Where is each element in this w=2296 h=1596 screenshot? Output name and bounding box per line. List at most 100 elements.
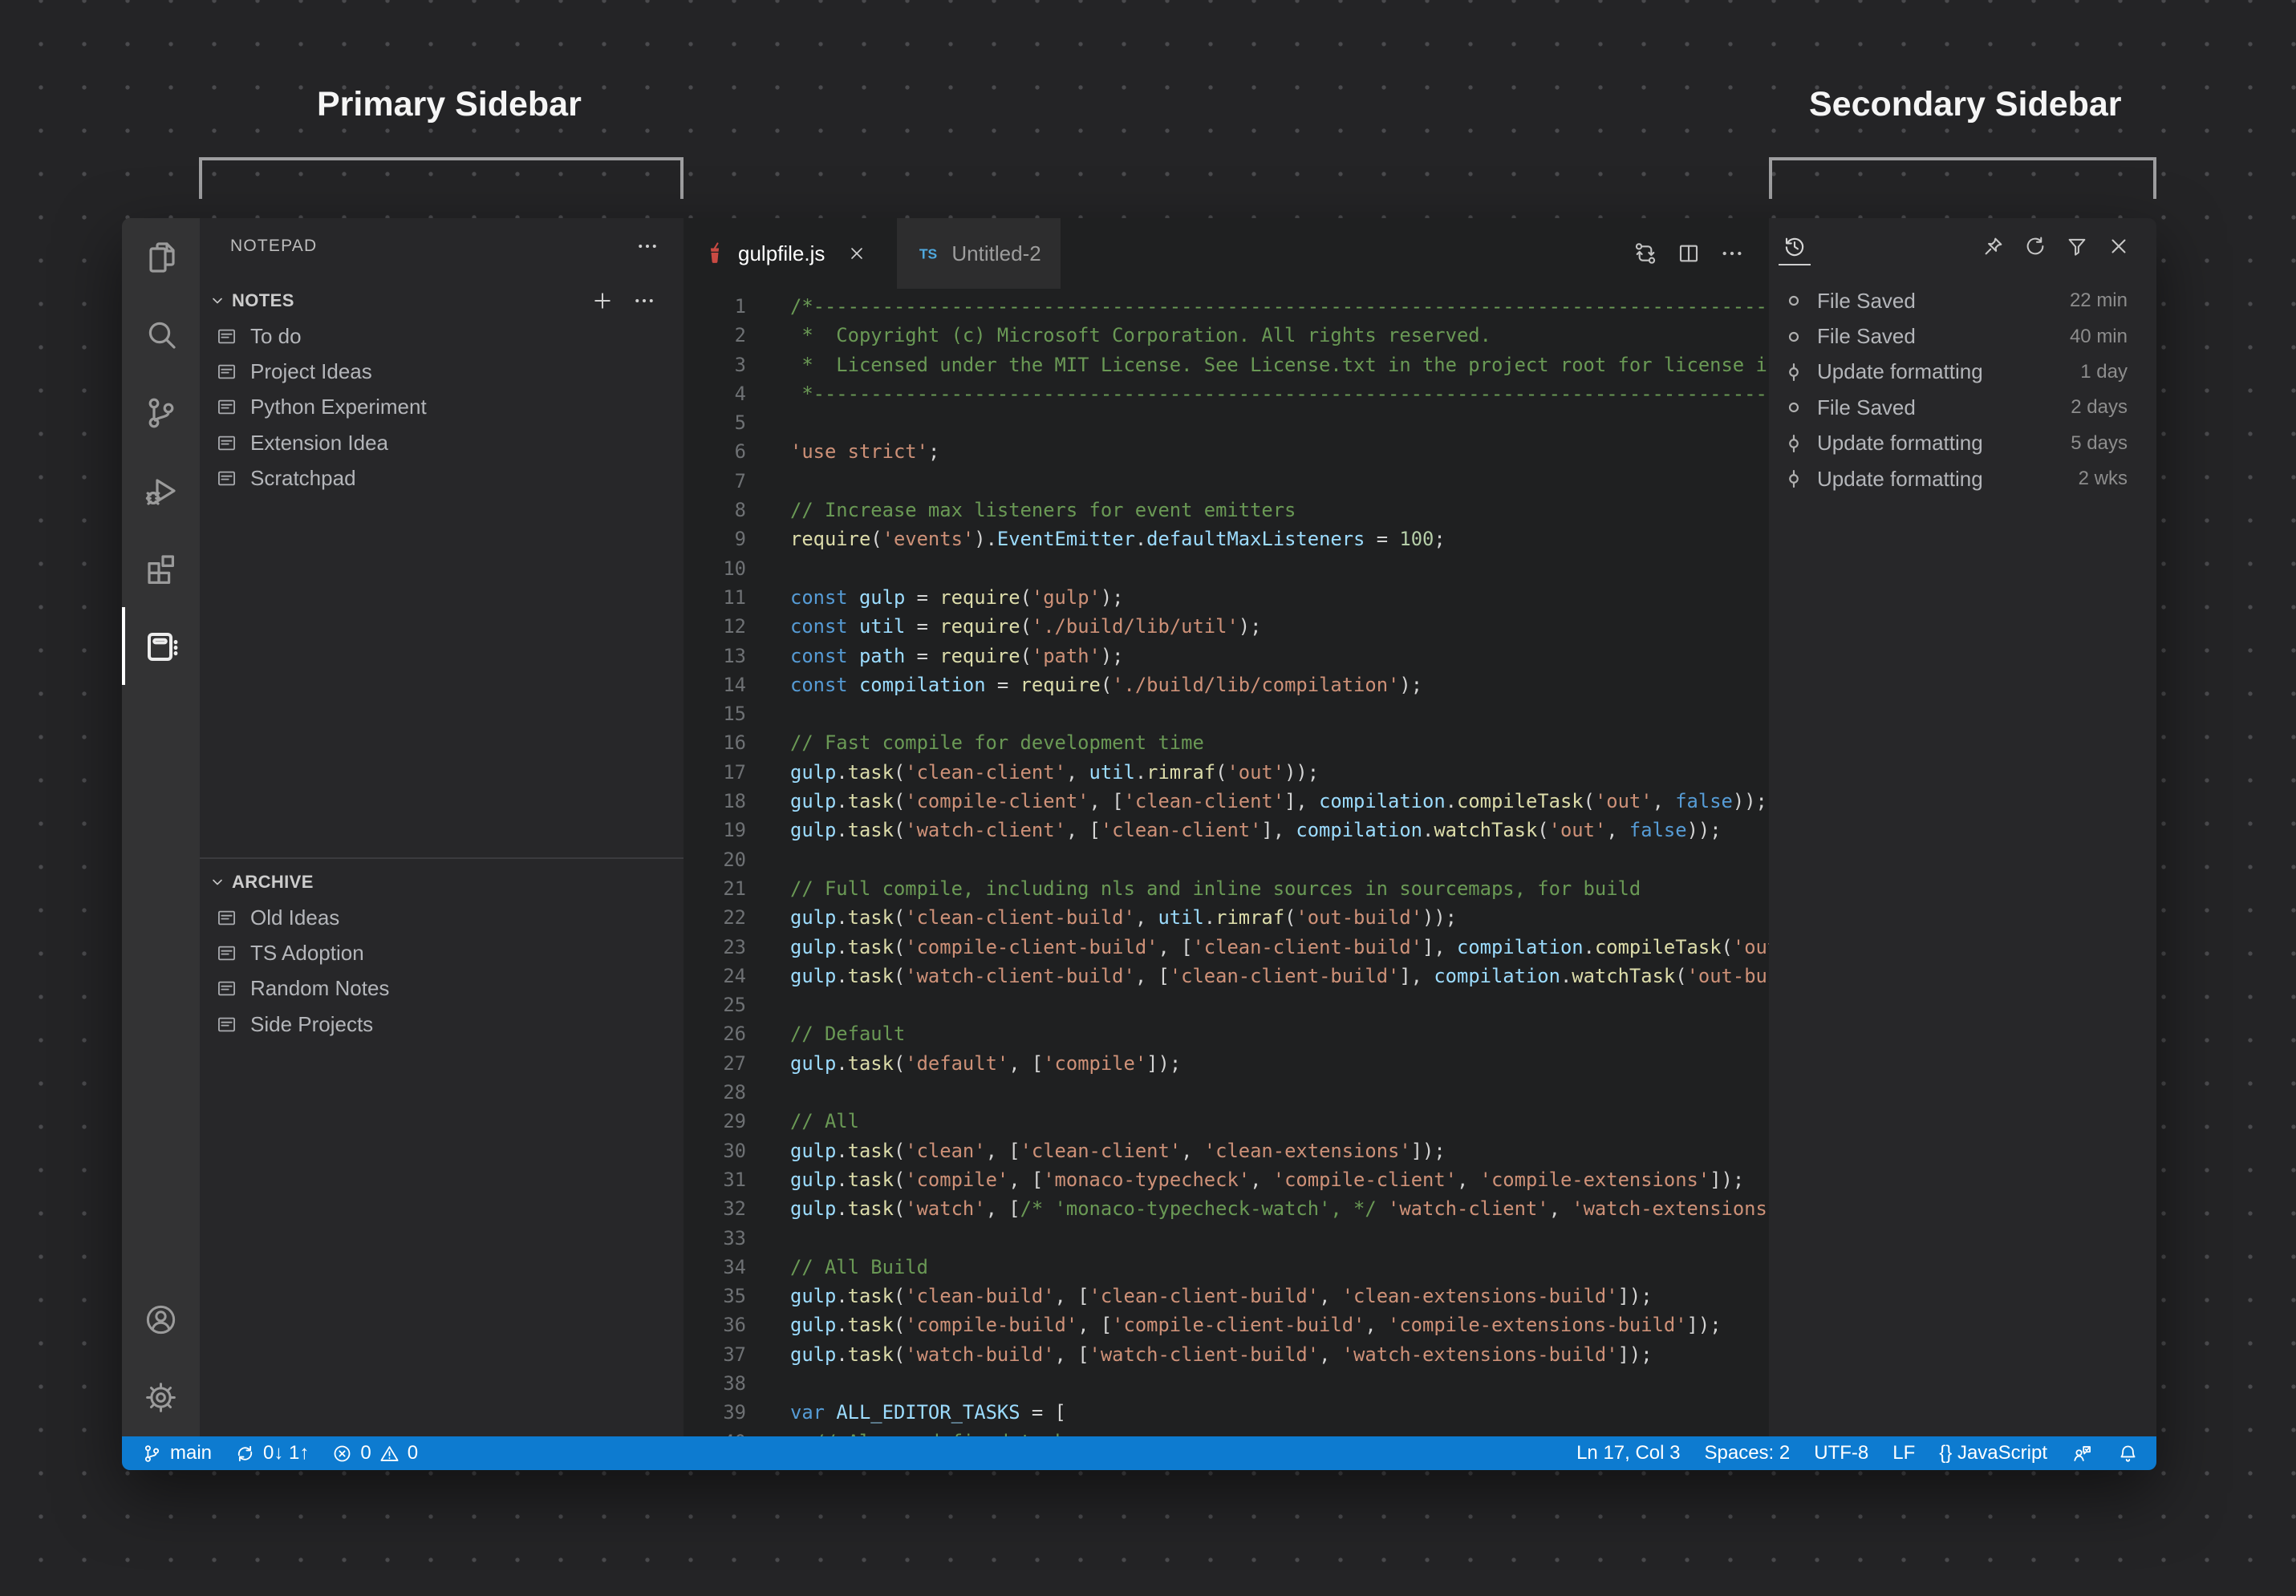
timeline-item[interactable]: File Saved 40 min <box>1769 318 2156 354</box>
activity-item-run-debug[interactable] <box>122 452 200 529</box>
note-item[interactable]: TS Adoption <box>200 935 684 970</box>
code-line: 40 // Always defined tasks <box>684 1428 1769 1436</box>
notes-section-label: NOTES <box>232 290 294 310</box>
note-icon <box>216 326 237 347</box>
status-problems[interactable]: 00 <box>331 1442 418 1464</box>
status-cursor-position[interactable]: Ln 17, Col 3 <box>1576 1442 1680 1464</box>
note-item[interactable]: Extension Idea <box>200 425 684 460</box>
code-line: 15 <box>684 699 1769 728</box>
secondary-sidebar-callout-label: Secondary Sidebar <box>1809 85 2122 124</box>
feedback-icon <box>2071 1443 2093 1464</box>
note-item-label: Extension Idea <box>250 430 389 455</box>
circle-icon <box>1783 290 1804 311</box>
activity-item-extensions[interactable] <box>122 529 200 607</box>
code-line: 18 gulp.task('compile-client', ['clean-cl… <box>684 787 1769 816</box>
sync-icon <box>234 1443 256 1464</box>
ellipsis-icon[interactable] <box>632 289 656 313</box>
note-item[interactable]: Python Experiment <box>200 390 684 425</box>
line-number: 1 <box>734 295 746 318</box>
circle-icon <box>1783 326 1804 347</box>
status-notifications[interactable] <box>2117 1443 2139 1464</box>
status-language-mode[interactable]: {} JavaScript <box>1939 1442 2047 1464</box>
archive-section-header[interactable]: ARCHIVE <box>200 865 684 900</box>
code-line: 7 <box>684 467 1769 496</box>
note-icon <box>216 396 237 418</box>
code-editor[interactable]: 1 /*-------------------------------------… <box>684 289 1769 1436</box>
line-number: 31 <box>723 1168 746 1191</box>
branch-icon <box>141 1443 163 1464</box>
history-icon <box>1782 233 1807 259</box>
note-item[interactable]: Side Projects <box>200 1007 684 1042</box>
note-item[interactable]: Scratchpad <box>200 461 684 496</box>
refresh-icon[interactable] <box>2023 234 2047 258</box>
note-item[interactable]: Random Notes <box>200 971 684 1007</box>
line-number: 30 <box>723 1139 746 1162</box>
note-item-label: Scratchpad <box>250 466 356 491</box>
timeline-item[interactable]: Update formatting 5 days <box>1769 426 2156 461</box>
code-line: 8 // Increase max listeners for event emi… <box>684 496 1769 525</box>
timeline-view-tab[interactable] <box>1777 218 1812 274</box>
notes-section-header[interactable]: NOTES <box>200 283 684 318</box>
activity-item-search[interactable] <box>122 296 200 374</box>
timeline-item[interactable]: File Saved 2 days <box>1769 390 2156 425</box>
tab-close-icon[interactable] <box>847 244 866 263</box>
status-indentation[interactable]: Spaces: 2 <box>1705 1442 1791 1464</box>
activity-item-settings[interactable] <box>122 1359 200 1436</box>
status-feedback[interactable] <box>2071 1443 2093 1464</box>
line-number: 39 <box>723 1401 746 1424</box>
timeline-item[interactable]: File Saved 22 min <box>1769 283 2156 318</box>
code-line: 26 // Default <box>684 1019 1769 1048</box>
filter-icon[interactable] <box>2065 234 2089 258</box>
activity-item-source-control[interactable] <box>122 374 200 452</box>
pin-icon[interactable] <box>1982 234 2006 258</box>
activity-item-explorer[interactable] <box>122 218 200 296</box>
line-number: 22 <box>723 906 746 930</box>
status-eol[interactable]: LF <box>1892 1442 1915 1464</box>
status-branch[interactable]: main <box>141 1442 212 1464</box>
timeline-item-time: 2 wks <box>2078 468 2128 490</box>
code-line: 6 'use strict'; <box>684 437 1769 466</box>
line-number: 36 <box>723 1314 746 1337</box>
close-icon[interactable] <box>2107 234 2131 258</box>
activity-item-account[interactable] <box>122 1281 200 1359</box>
ellipsis-icon[interactable] <box>635 234 659 258</box>
line-number: 23 <box>723 935 746 958</box>
activity-item-notepad[interactable] <box>122 607 200 685</box>
code-line-content: gulp.task('watch-build', ['watch-client-… <box>790 1343 1653 1366</box>
note-item[interactable]: Project Ideas <box>200 354 684 389</box>
status-encoding[interactable]: UTF-8 <box>1814 1442 1868 1464</box>
files-icon <box>142 238 181 277</box>
code-line: 37 gulp.task('watch-build', ['watch-clien… <box>684 1340 1769 1369</box>
timeline-item[interactable]: Update formatting 2 wks <box>1769 461 2156 496</box>
line-number: 28 <box>723 1081 746 1104</box>
editor-group: gulpfile.js Untitled-2 1 /*---------------… <box>684 218 1769 1436</box>
open-changes-icon[interactable] <box>1633 241 1658 266</box>
timeline-item-label: File Saved <box>1817 324 1916 349</box>
editor-tab-Untitled-2[interactable]: Untitled-2 <box>897 218 1061 289</box>
code-line: 32 gulp.task('watch', [/* 'monaco-typeche… <box>684 1194 1769 1223</box>
line-number: 26 <box>723 1023 746 1046</box>
status-sync[interactable]: 0↓ 1↑ <box>234 1442 309 1464</box>
plus-icon[interactable] <box>590 289 615 313</box>
editor-tab-gulpfile.js[interactable]: gulpfile.js <box>684 218 897 289</box>
extensions-icon <box>142 549 181 588</box>
code-line-content: gulp.task('compile-build', ['compile-cli… <box>790 1314 1722 1337</box>
split-editor-icon[interactable] <box>1676 241 1702 266</box>
note-item[interactable]: To do <box>200 318 684 354</box>
line-number: 6 <box>734 440 746 464</box>
ellipsis-icon[interactable] <box>1719 241 1745 266</box>
line-number: 12 <box>723 615 746 638</box>
code-line-content: gulp.task('clean', ['clean-client', 'cle… <box>790 1139 1446 1162</box>
status-cursor-position-text: Ln 17, Col 3 <box>1576 1442 1681 1464</box>
note-item[interactable]: Old Ideas <box>200 900 684 935</box>
timeline-item-label: File Saved <box>1817 395 1916 419</box>
timeline-item[interactable]: Update formatting 1 day <box>1769 354 2156 390</box>
chevron-down-icon <box>208 873 227 892</box>
code-line-content: gulp.task('watch-client', ['clean-client… <box>790 819 1722 842</box>
code-line: 3 * Licensed under the MIT License. See … <box>684 350 1769 379</box>
note-icon <box>216 361 237 383</box>
warning-icon <box>379 1443 400 1464</box>
code-line-content: // Full compile, including nls and inlin… <box>790 877 1641 900</box>
note-icon <box>216 468 237 489</box>
line-number: 13 <box>723 644 746 667</box>
